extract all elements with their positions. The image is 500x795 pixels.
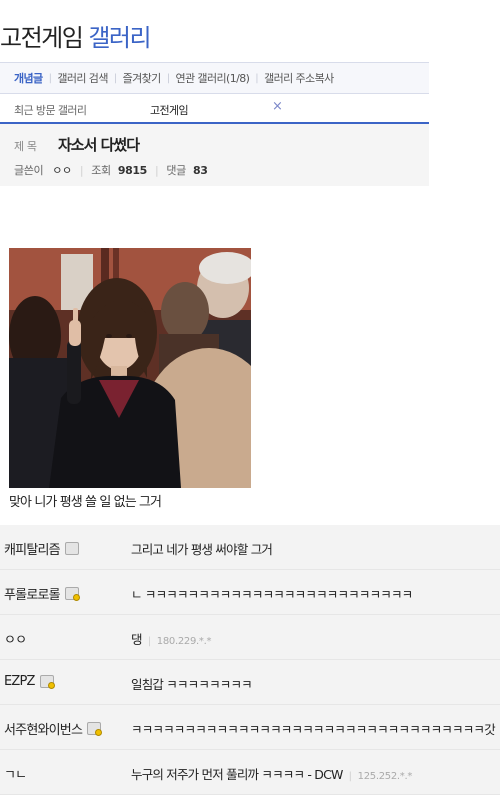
meta-divider: | [154, 164, 159, 177]
post-image [9, 248, 251, 488]
tab-gallery-search[interactable]: 갤러리 검색 [51, 70, 114, 86]
title-label: 제 목 [14, 140, 37, 153]
comment-ip: 180.229.*.* [156, 636, 212, 647]
tab-favorites[interactable]: 즐겨찾기 [117, 70, 167, 86]
comment-row: 서주현와이번스 ㅋㅋㅋㅋㅋㅋㅋㅋㅋㅋㅋㅋㅋㅋㅋㅋㅋㅋㅋㅋㅋㅋㅋㅋㅋㅋㅋㅋㅋㅋㅋㅋ… [0, 705, 500, 750]
tab-related-galleries[interactable]: 연관 갤러리(1/8) [170, 70, 256, 86]
gallery-title-prefix: 고전게임 [0, 24, 84, 52]
post-meta: 글쓴이 ㅇㅇ | 조회 9815 | 댓글 83 [14, 162, 208, 178]
comment-ip: 125.252.*.* [357, 771, 413, 782]
comment-author-name: ㄱㄴ [4, 768, 27, 783]
comment-author-name: 서주현와이번스 [4, 723, 83, 738]
comments-label: 댓글 [166, 164, 186, 177]
author-label: 글쓴이 [14, 164, 44, 177]
fixed-nick-icon [64, 542, 79, 555]
comments-count: 83 [192, 164, 208, 177]
comment-author-name: EZPZ [4, 674, 35, 689]
comment-list: 캐피탈리즘 그리고 네가 평생 써야할 그거 푸롤로로롤 ㄴ ㅋㅋㅋㅋㅋㅋㅋㅋㅋ… [0, 525, 500, 795]
post-author[interactable]: ㅇㅇ [52, 164, 72, 177]
comment-author-name: 캐피탈리즘 [4, 543, 61, 558]
comment-text: ㅋㅋㅋㅋㅋㅋㅋㅋㅋㅋㅋㅋㅋㅋㅋㅋㅋㅋㅋㅋㅋㅋㅋㅋㅋㅋㅋㅋㅋㅋㅋㅋㅋ갓 [131, 722, 496, 737]
comment-author[interactable]: EZPZ [4, 674, 55, 689]
tab-recommended[interactable]: 개념글 [0, 70, 49, 86]
comment-text: 일침갑 ㅋㅋㅋㅋㅋㅋㅋㅋ [131, 677, 253, 692]
comment-content: 누구의 저주가 먼저 풀리까 ㅋㅋㅋㅋ - DCW | 125.252.*.* [131, 767, 413, 782]
recent-gallery-label: 최근 방문 갤러리 [14, 104, 87, 117]
fixed-nick-gold-icon [64, 587, 80, 601]
meta-divider: | [79, 164, 84, 177]
recent-gallery-bar: 최근 방문 갤러리 고전게임 × [0, 94, 429, 124]
comment-text: 그리고 네가 평생 써야할 그거 [131, 542, 273, 557]
comment-row: ㅇㅇ 댕 | 180.229.*.* [0, 615, 500, 660]
fixed-nick-gold-icon [87, 722, 103, 736]
close-icon[interactable]: × [272, 99, 283, 114]
comment-text: ㄴ ㅋㅋㅋㅋㅋㅋㅋㅋㅋㅋㅋㅋㅋㅋㅋㅋㅋㅋㅋㅋㅋㅋㅋㅋㅋ [131, 587, 413, 602]
comment-row: 캐피탈리즘 그리고 네가 평생 써야할 그거 [0, 525, 500, 570]
recent-gallery-link[interactable]: 고전게임 [150, 102, 189, 118]
comment-text: 누구의 저주가 먼저 풀리까 ㅋㅋㅋㅋ - DCW [131, 767, 343, 782]
comment-author-name: 푸롤로로롤 [4, 588, 61, 603]
comment-row: ㄱㄴ 누구의 저주가 먼저 풀리까 ㅋㅋㅋㅋ - DCW | 125.252.*.* [0, 750, 500, 795]
comment-content: 댕 | 180.229.*.* [131, 632, 212, 647]
comment-text: 댕 [131, 632, 142, 647]
comment-author[interactable]: ㄱㄴ [4, 764, 27, 783]
comment-author[interactable]: 캐피탈리즘 [4, 539, 79, 558]
gallery-title[interactable]: 고전게임 갤러리 [0, 18, 152, 53]
comment-author[interactable]: 서주현와이번스 [4, 719, 103, 738]
views-label: 조회 [91, 164, 111, 177]
tab-copy-gallery-address[interactable]: 갤러리 주소복사 [258, 70, 340, 86]
gallery-tab-bar: 개념글 | 갤러리 검색 | 즐겨찾기 | 연관 갤러리(1/8) | 갤러리 … [0, 62, 429, 94]
post-header: 제 목 자소서 다썼다 글쓴이 ㅇㅇ | 조회 9815 | 댓글 83 [0, 124, 429, 186]
post-body-text: 맞아 니가 평생 쓸 일 없는 그거 [9, 495, 162, 510]
comment-author[interactable]: 푸롤로로롤 [4, 584, 80, 603]
comment-author[interactable]: ㅇㅇ [4, 629, 27, 648]
comment-row: EZPZ 일침갑 ㅋㅋㅋㅋㅋㅋㅋㅋ [0, 660, 500, 705]
comment-author-name: ㅇㅇ [4, 633, 27, 648]
fixed-nick-gold-icon [39, 675, 55, 689]
post-title: 자소서 다썼다 [58, 136, 140, 154]
views-count: 9815 [117, 164, 147, 177]
comment-row: 푸롤로로롤 ㄴ ㅋㅋㅋㅋㅋㅋㅋㅋㅋㅋㅋㅋㅋㅋㅋㅋㅋㅋㅋㅋㅋㅋㅋㅋㅋ [0, 570, 500, 615]
gallery-title-suffix: 갤러리 [88, 24, 151, 52]
